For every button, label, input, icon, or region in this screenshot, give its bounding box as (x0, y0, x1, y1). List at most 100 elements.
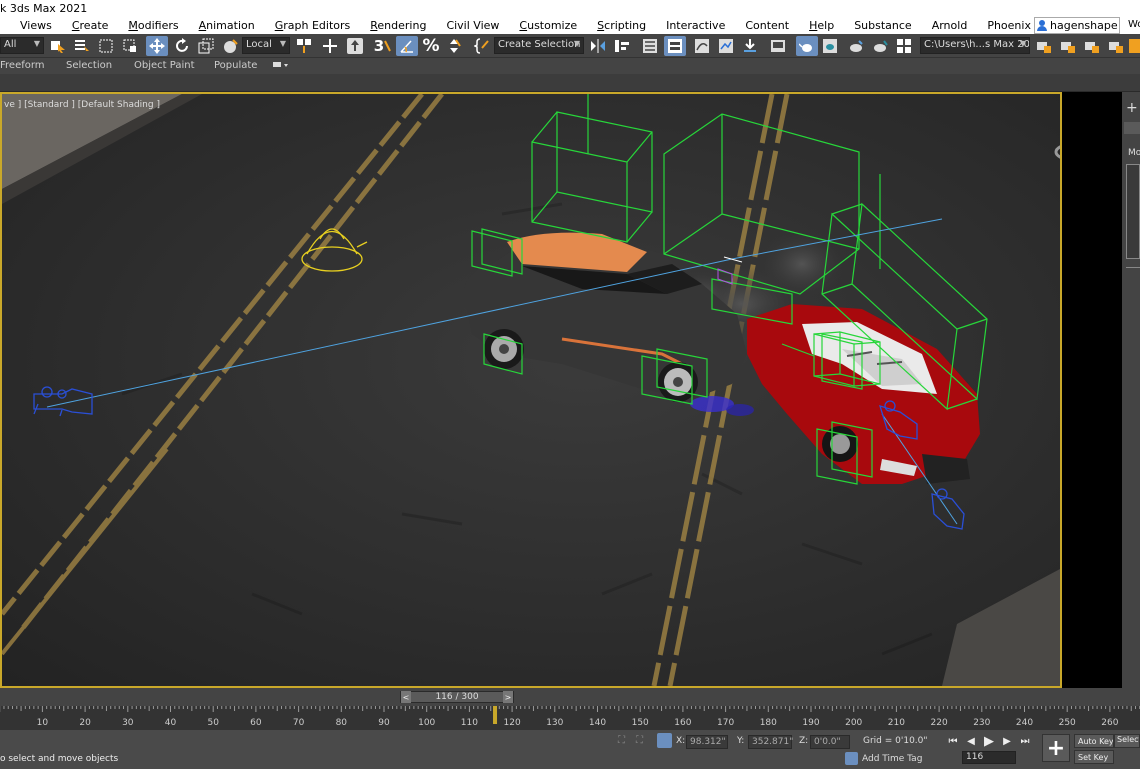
menu-modifiers[interactable]: Modifiers (118, 19, 188, 32)
previous-frame-button[interactable]: < (401, 691, 411, 703)
spinner-snap-button[interactable] (444, 36, 464, 56)
place-icon (224, 39, 238, 53)
selection-filter-dropdown[interactable]: All ▼ (0, 37, 44, 54)
mirror-button[interactable] (588, 36, 608, 56)
lock-selection-icon[interactable]: ⛶ (618, 735, 630, 749)
menu-arnold[interactable]: Arnold (922, 19, 978, 32)
select-place-button[interactable] (220, 36, 240, 56)
menu-civil-view[interactable]: Civil View (436, 19, 509, 32)
angle-snap-button[interactable] (396, 36, 418, 56)
command-panel-tab[interactable] (1124, 122, 1140, 134)
menu-help[interactable]: Help (799, 19, 844, 32)
command-panel-tab-label[interactable]: Mo (1128, 148, 1140, 158)
set-keys-button[interactable]: + (1042, 734, 1070, 762)
play-button[interactable]: ▶ (982, 734, 996, 749)
layer-explorer-button[interactable] (640, 36, 660, 56)
select-by-name-button[interactable] (72, 36, 92, 56)
workspace-label[interactable]: Wo (1128, 17, 1140, 34)
toggle-ribbon-button[interactable] (664, 36, 686, 56)
material-editor-button[interactable] (740, 36, 760, 56)
time-slider[interactable]: < 116 / 300 > (0, 688, 1140, 706)
curve-editor-button[interactable] (692, 36, 712, 56)
isolate-toggle-icon[interactable]: ⛶ (636, 735, 648, 749)
render-production-button[interactable] (820, 36, 840, 56)
a360-gallery-button[interactable] (894, 36, 914, 56)
edit-named-selection-button[interactable] (472, 36, 492, 56)
keyboard-shortcut-override-button[interactable] (344, 36, 366, 56)
create-panel-plus-icon[interactable]: + (1126, 100, 1138, 116)
menu-views[interactable]: Views (20, 19, 62, 32)
key-filter-dropdown[interactable]: Select (1114, 734, 1140, 748)
render-iterative-button[interactable] (870, 36, 890, 56)
import-button[interactable] (1082, 36, 1102, 56)
reference-coordinate-dropdown[interactable]: Local ▼ (242, 37, 290, 54)
select-scale-button[interactable] (196, 36, 216, 56)
align-button[interactable] (612, 36, 632, 56)
current-frame-field[interactable]: 116 (962, 751, 1016, 764)
ribbon-tab-populate[interactable]: Populate (214, 60, 257, 71)
menu-scripting[interactable]: Scripting (587, 19, 656, 32)
menu-customize[interactable]: Customize (509, 19, 587, 32)
render-in-cloud-button[interactable] (846, 36, 866, 56)
snap-value: 3 (373, 37, 385, 55)
ribbon-icon (668, 39, 682, 53)
ribbon-tab-object-paint[interactable]: Object Paint (134, 60, 195, 71)
go-to-end-button[interactable]: ⏭ (1018, 734, 1032, 748)
save-file-button[interactable] (1058, 36, 1078, 56)
export-button[interactable] (1106, 36, 1126, 56)
menu-rendering[interactable]: Rendering (360, 19, 436, 32)
rendered-frame-window-button[interactable] (796, 36, 818, 56)
ruler-tick-label: 230 (973, 718, 990, 728)
select-object-button[interactable] (48, 36, 68, 56)
time-slider-thumb[interactable]: < 116 / 300 > (400, 691, 514, 703)
pivot-center-button[interactable] (294, 36, 314, 56)
go-to-start-button[interactable]: ⏮ (946, 734, 960, 748)
workspace-button[interactable] (1128, 36, 1140, 56)
ribbon-tab-selection[interactable]: Selection (66, 60, 112, 71)
viewcube-icon[interactable] (1054, 118, 1062, 168)
schematic-view-button[interactable] (716, 36, 736, 56)
rectangular-selection-button[interactable] (96, 36, 116, 56)
menu-substance[interactable]: Substance (844, 19, 922, 32)
menu-graph-editors[interactable]: Graph Editors (265, 19, 361, 32)
brace-icon (474, 38, 489, 54)
open-file-button[interactable] (1034, 36, 1054, 56)
ribbon-tab-freeform[interactable]: Freeform (0, 60, 45, 71)
window-crossing-button[interactable] (120, 36, 140, 56)
viewport-label[interactable]: ve ] [Standard ] [Default Shading ] (4, 100, 160, 110)
x-coordinate-field[interactable]: 98.312" (686, 735, 728, 749)
z-coordinate-field[interactable]: 0'0.0" (810, 735, 850, 749)
auto-key-button[interactable]: Auto Key (1074, 734, 1114, 748)
menu-content[interactable]: Content (735, 19, 799, 32)
menu-interactive[interactable]: Interactive (656, 19, 735, 32)
menu-bar: Views Create Modifiers Animation Graph E… (0, 17, 1140, 34)
perspective-viewport[interactable]: ve ] [Standard ] [Default Shading ] (0, 92, 1062, 688)
track-bar[interactable]: 10 20 30 40 50 60 70 80 90 100 110 120 130 140 150 160 1… (0, 706, 1140, 730)
set-key-button[interactable]: Set Key (1074, 750, 1114, 764)
named-selection-dropdown[interactable]: Create Selection Se▼ (494, 37, 584, 54)
percent-snap-button[interactable]: % (420, 36, 442, 56)
snaps-toggle-button[interactable]: 3 (372, 36, 394, 56)
select-move-button[interactable] (146, 36, 168, 56)
menu-animation[interactable]: Animation (189, 19, 265, 32)
ribbon-options-button[interactable] (272, 60, 290, 73)
next-frame-icon[interactable]: ▶ (1000, 734, 1014, 748)
ruler-tick-label: 220 (931, 718, 948, 728)
menu-create[interactable]: Create (62, 19, 119, 32)
next-frame-button[interactable]: > (503, 691, 513, 703)
frame-ruler[interactable]: 10 20 30 40 50 60 70 80 90 100 110 120 130 140 150 160 1… (0, 706, 1140, 730)
ruler-tick-label: 150 (632, 718, 649, 728)
ruler-tick-label: 130 (546, 718, 563, 728)
previous-frame-icon[interactable]: ◀ (964, 734, 978, 748)
project-folder-dropdown[interactable]: C:\Users\h...s Max 2021▼ (920, 37, 1030, 54)
select-manipulate-button[interactable] (320, 36, 340, 56)
ruler-tick-label: 110 (461, 718, 478, 728)
add-time-tag-button[interactable]: Add Time Tag (845, 752, 922, 765)
render-setup-button[interactable] (768, 36, 788, 56)
ruler-tick-label: 170 (717, 718, 734, 728)
absolute-mode-icon[interactable] (657, 733, 672, 748)
select-rotate-button[interactable] (172, 36, 192, 56)
user-account-button[interactable]: hagenshape (1034, 17, 1120, 34)
current-frame-marker[interactable] (493, 706, 498, 724)
y-coordinate-field[interactable]: 352.871" (748, 735, 793, 749)
